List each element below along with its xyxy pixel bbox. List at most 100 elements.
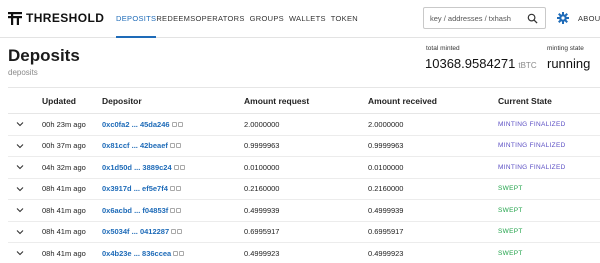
external-link-icon[interactable] (175, 143, 181, 149)
minting-state-value: running (547, 56, 591, 71)
depositor-cell: 0x6acbd ... f04853f (102, 206, 244, 215)
copy-icon[interactable] (170, 207, 176, 213)
amount-received-cell: 2.0000000 (368, 119, 404, 129)
depositor-address: 0x3917d ... ef5e7f4 (102, 184, 168, 194)
depositor-link[interactable]: 0x81ccf ... 42beaef (102, 141, 181, 150)
depositor-link[interactable]: 0x6acbd ... f04853f (102, 205, 182, 215)
expand-cell (8, 228, 42, 236)
total-minted-unit: tBTC (518, 61, 537, 70)
updated-cell: 08h 41m ago (42, 227, 86, 237)
table-row[interactable]: 08h 41m ago 0x4b23e ... 836ccea 0.4999923 0… (8, 243, 600, 263)
external-link-icon[interactable] (175, 186, 181, 192)
chevron-down-icon[interactable] (16, 249, 24, 257)
expand-cell (8, 185, 42, 193)
copy-icon[interactable] (171, 229, 177, 235)
depositor-cell: 0x1d50d ... 3889c24 (102, 163, 244, 172)
chevron-down-icon[interactable] (16, 120, 24, 128)
table-row[interactable]: 04h 32m ago 0x1d50d ... 3889c24 0.0100000 0… (8, 157, 600, 179)
logo-text: THRESHOLD (26, 11, 105, 25)
search-input[interactable] (424, 13, 519, 23)
depositor-cell: 0x4b23e ... 836ccea (102, 249, 244, 258)
total-minted-label: total minted (426, 45, 460, 52)
nav-groups[interactable]: GROUPS (250, 0, 284, 38)
state-badge: SWEPT (498, 206, 523, 214)
amount-request-cell: 0.0100000 (244, 162, 280, 172)
amount-received-cell: 0.4999939 (368, 205, 404, 215)
copy-icon[interactable] (173, 164, 179, 170)
state-badge: MINTING FINALIZED (498, 120, 566, 128)
table-row[interactable]: 00h 23m ago 0xc0fa2 ... 45da246 2.0000000 2… (8, 114, 600, 136)
depositor-link[interactable]: 0x1d50d ... 3889c24 (102, 163, 185, 172)
updated-cell: 00h 23m ago (42, 119, 86, 129)
state-badge: SWEPT (498, 185, 523, 193)
external-link-icon[interactable] (179, 164, 185, 170)
table-row[interactable]: 00h 37m ago 0x81ccf ... 42beaef 0.9999963 0… (8, 136, 600, 157)
search-icon[interactable] (527, 13, 538, 24)
expand-cell (8, 163, 42, 171)
chevron-down-icon[interactable] (16, 206, 24, 214)
depositor-cell: 0xc0fa2 ... 45da246 (102, 120, 244, 129)
main-nav: DEPOSITS REDEEMS OPERATORS GROUPS WALLET… (116, 0, 363, 38)
expand-cell (8, 120, 42, 128)
copy-icon[interactable] (169, 186, 175, 192)
depositor-address: 0xc0fa2 ... 45da246 (102, 119, 170, 129)
depositor-link[interactable]: 0x3917d ... ef5e7f4 (102, 184, 181, 193)
nav-wallets[interactable]: WALLETS (289, 0, 326, 38)
updated-cell: 08h 41m ago (42, 205, 86, 215)
nav-redeems[interactable]: REDEEMS (156, 0, 195, 38)
table-row[interactable]: 08h 41m ago 0x6acbd ... f04853f 0.4999939 0… (8, 200, 600, 222)
table-row[interactable]: 08h 41m ago 0x5034f ... 0412287 0.6995917 0… (8, 222, 600, 243)
expand-cell (8, 249, 42, 257)
amount-received-cell: 0.9999963 (368, 141, 404, 151)
nav-about[interactable]: ABOU (578, 14, 600, 23)
table-header: Updated Depositor Amount request Amount … (8, 88, 600, 114)
external-link-icon[interactable] (179, 250, 185, 256)
updated-cell: 08h 41m ago (42, 248, 86, 258)
table-row[interactable]: 08h 41m ago 0x3917d ... ef5e7f4 0.2160000 0… (8, 179, 600, 200)
deposits-table: Updated Depositor Amount request Amount … (8, 87, 600, 263)
amount-request-cell: 0.9999963 (244, 141, 280, 151)
depositor-link[interactable]: 0xc0fa2 ... 45da246 (102, 120, 183, 129)
gear-icon[interactable] (557, 12, 569, 24)
header-depositor: Depositor (102, 95, 142, 106)
nav-token[interactable]: TOKEN (331, 0, 358, 38)
copy-icon[interactable] (169, 143, 175, 149)
updated-cell: 08h 41m ago (42, 184, 86, 194)
state-badge: MINTING FINALIZED (498, 142, 566, 150)
amount-request-cell: 0.2160000 (244, 184, 280, 194)
depositor-cell: 0x5034f ... 0412287 (102, 227, 244, 236)
chevron-down-icon[interactable] (16, 228, 24, 236)
depositor-address: 0x1d50d ... 3889c24 (102, 162, 172, 172)
copy-icon[interactable] (173, 250, 179, 256)
depositor-cell: 0x3917d ... ef5e7f4 (102, 184, 244, 193)
expand-cell (8, 206, 42, 214)
amount-request-cell: 0.6995917 (244, 227, 280, 237)
depositor-link[interactable]: 0x4b23e ... 836ccea (102, 248, 185, 258)
table-body: 00h 23m ago 0xc0fa2 ... 45da246 2.0000000 2… (8, 114, 600, 263)
depositor-link[interactable]: 0x5034f ... 0412287 (102, 227, 183, 236)
external-link-icon[interactable] (177, 121, 183, 127)
total-minted: 10368.9584271 tBTC (425, 56, 537, 71)
depositor-address: 0x4b23e ... 836ccea (102, 248, 172, 258)
amount-received-cell: 0.4999923 (368, 248, 404, 258)
header-current-state: Current State (498, 95, 552, 106)
external-link-icon[interactable] (176, 207, 182, 213)
page-title: Deposits (8, 46, 80, 65)
nav-operators[interactable]: OPERATORS (196, 0, 245, 38)
amount-received-cell: 0.6995917 (368, 227, 404, 237)
depositor-cell: 0x81ccf ... 42beaef (102, 141, 244, 150)
header-amount-request: Amount request (244, 95, 310, 106)
updated-cell: 00h 37m ago (42, 141, 86, 151)
chevron-down-icon[interactable] (16, 185, 24, 193)
nav-deposits[interactable]: DEPOSITS (116, 0, 157, 38)
header-amount-received: Amount received (368, 95, 437, 106)
state-badge: SWEPT (498, 228, 523, 236)
chevron-down-icon[interactable] (16, 142, 24, 150)
chevron-down-icon[interactable] (16, 163, 24, 171)
external-link-icon[interactable] (177, 229, 183, 235)
depositor-address: 0x6acbd ... f04853f (102, 205, 169, 215)
threshold-logo-icon (8, 11, 22, 25)
top-header: THRESHOLD DEPOSITS REDEEMS OPERATORS GRO… (0, 0, 600, 38)
copy-icon[interactable] (171, 121, 177, 127)
threshold-logo[interactable]: THRESHOLD (8, 11, 104, 25)
